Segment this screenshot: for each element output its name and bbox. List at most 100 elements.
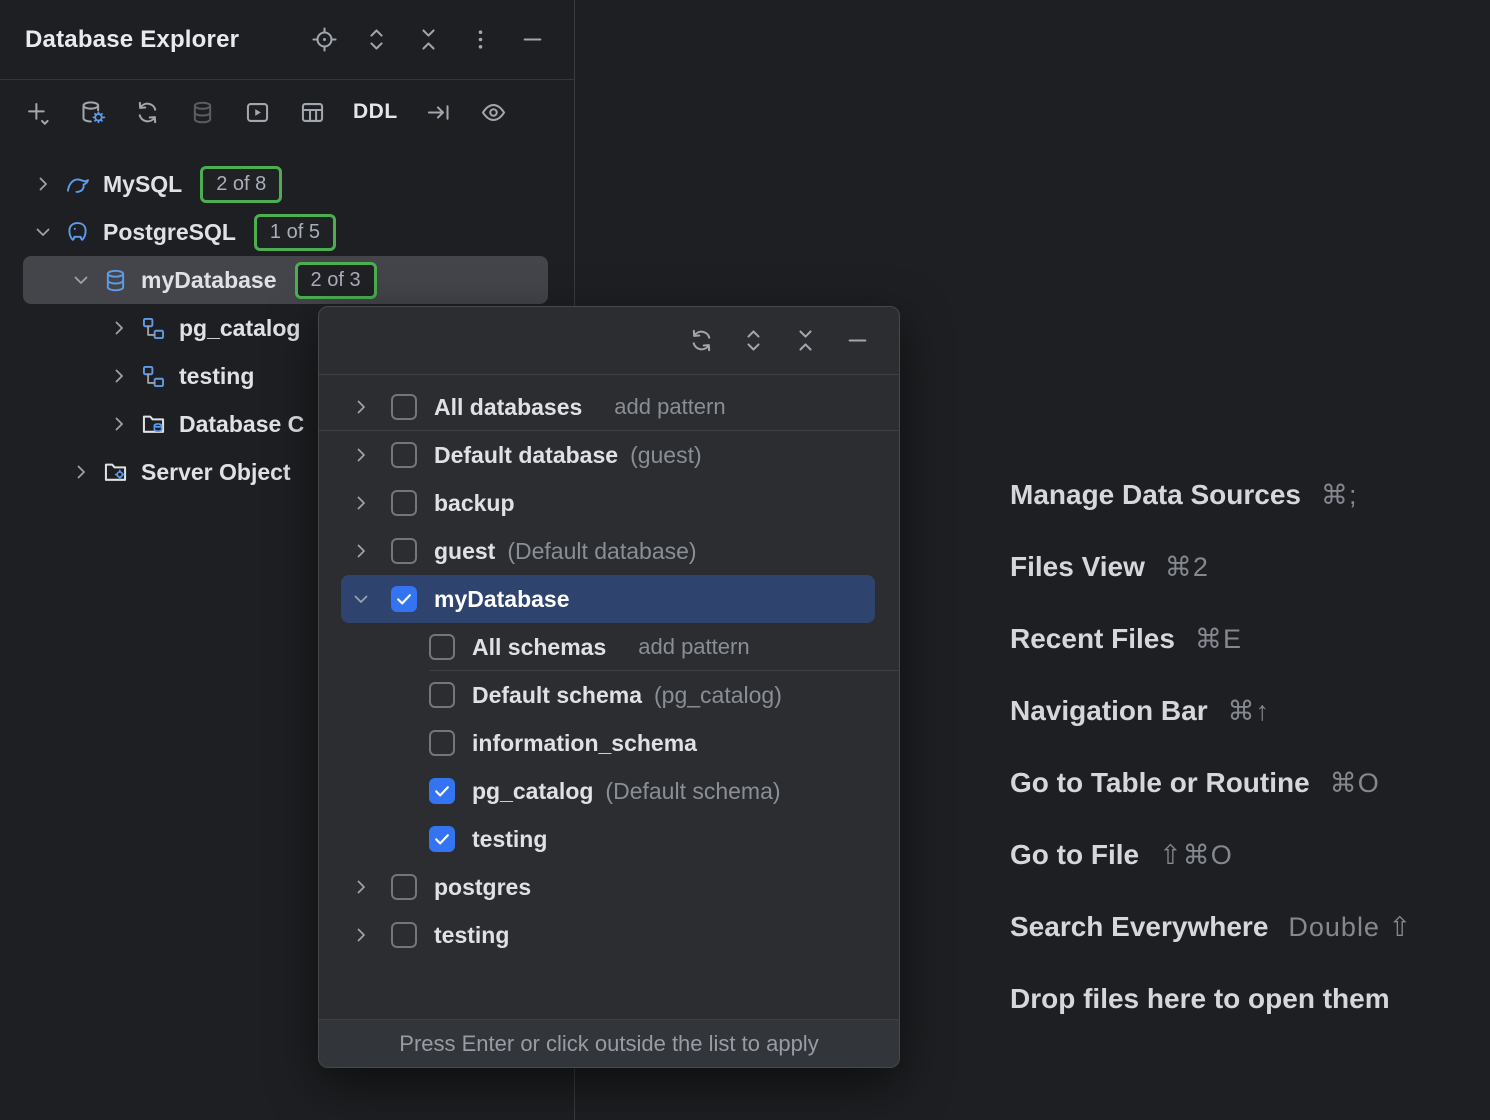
shortcut-recent-files: Recent Files ⌘E bbox=[1010, 603, 1412, 675]
panel-header: Database Explorer bbox=[0, 0, 574, 80]
schema-item-label: testing bbox=[472, 826, 547, 853]
add-pattern-link[interactable]: add pattern bbox=[638, 634, 749, 660]
schema-item-guest[interactable]: guest(Default database) bbox=[341, 527, 875, 575]
query-console-icon[interactable] bbox=[243, 98, 271, 126]
minimize-icon[interactable] bbox=[843, 327, 871, 355]
view-options-icon[interactable] bbox=[480, 98, 508, 126]
chevron-right-icon[interactable] bbox=[347, 393, 375, 421]
schema-checkbox[interactable] bbox=[429, 778, 455, 804]
jump-to-console-icon[interactable] bbox=[425, 98, 453, 126]
panel-title: Database Explorer bbox=[25, 26, 239, 54]
shortcut-keys: ⌘O bbox=[1330, 768, 1380, 799]
schema-checkbox[interactable] bbox=[429, 730, 455, 756]
chevron-right-icon[interactable] bbox=[29, 170, 57, 198]
expand-all-icon[interactable] bbox=[739, 327, 767, 355]
chevron-right-icon[interactable] bbox=[67, 458, 95, 486]
chevron-right-icon[interactable] bbox=[347, 441, 375, 469]
tree-item-label: myDatabase bbox=[141, 267, 277, 294]
chevron-right-icon[interactable] bbox=[347, 489, 375, 517]
chevron-right-icon[interactable] bbox=[105, 410, 133, 438]
schema-checkbox[interactable] bbox=[391, 922, 417, 948]
database-folder-icon bbox=[139, 410, 167, 438]
schema-item-all-schemas[interactable]: All schemasadd pattern bbox=[341, 623, 875, 671]
chevron-spacer bbox=[385, 825, 413, 853]
chevron-right-icon[interactable] bbox=[105, 362, 133, 390]
schema-checkbox[interactable] bbox=[391, 490, 417, 516]
schema-selection-popup: All databases add pattern Default database… bbox=[318, 306, 900, 1068]
tree-item-label: pg_catalog bbox=[179, 315, 300, 342]
mysql-icon bbox=[63, 170, 91, 198]
shortcut-navigation-bar: Navigation Bar⌘↑ bbox=[1010, 675, 1412, 747]
panel-toolbar: DDL bbox=[0, 80, 574, 144]
chevron-right-icon[interactable] bbox=[105, 314, 133, 342]
shortcut-label: Recent Files bbox=[1010, 623, 1175, 655]
schema-checkbox[interactable] bbox=[429, 682, 455, 708]
app-window: { "panel": { "title": "Database Explorer… bbox=[0, 0, 1490, 1120]
more-icon[interactable] bbox=[466, 26, 494, 54]
schema-checkbox[interactable] bbox=[429, 634, 455, 660]
shortcut-label: Files View bbox=[1010, 551, 1145, 583]
schema-checkbox[interactable] bbox=[391, 394, 417, 420]
shortcut-keys: Double ⇧ bbox=[1288, 912, 1412, 943]
schema-item-pg-catalog[interactable]: pg_catalog(Default schema) bbox=[341, 767, 875, 815]
chevron-down-icon[interactable] bbox=[67, 266, 95, 294]
database-icon bbox=[101, 266, 129, 294]
schema-item-label: All databases bbox=[434, 394, 582, 421]
schema-item-label: backup bbox=[434, 490, 515, 517]
schema-item-information-schema[interactable]: information_schema bbox=[341, 719, 875, 767]
tree-item-mysql[interactable]: MySQL2 of 8 bbox=[23, 160, 548, 208]
schema-checkbox[interactable] bbox=[391, 538, 417, 564]
schema-checkbox[interactable] bbox=[391, 586, 417, 612]
add-icon[interactable] bbox=[23, 98, 51, 126]
schema-item-backup[interactable]: backup bbox=[341, 479, 875, 527]
chevron-down-icon[interactable] bbox=[29, 218, 57, 246]
data-source-settings-icon[interactable] bbox=[78, 98, 106, 126]
schema-item-label: myDatabase bbox=[434, 586, 570, 613]
chevron-right-icon[interactable] bbox=[347, 921, 375, 949]
expand-all-icon[interactable] bbox=[362, 26, 390, 54]
schema-item-mydatabase[interactable]: myDatabase bbox=[341, 575, 875, 623]
schema-item-testing[interactable]: testing bbox=[341, 911, 875, 959]
scope-count-badge: 1 of 5 bbox=[254, 214, 336, 251]
table-icon[interactable] bbox=[298, 98, 326, 126]
tree-item-label: MySQL bbox=[103, 171, 182, 198]
collapse-all-icon[interactable] bbox=[791, 327, 819, 355]
shortcut-label: Manage Data Sources bbox=[1010, 479, 1301, 511]
chevron-spacer bbox=[385, 681, 413, 709]
schema-checkbox[interactable] bbox=[429, 826, 455, 852]
schema-item-default-schema[interactable]: Default schema(pg_catalog) bbox=[341, 671, 875, 719]
schema-item-default-database[interactable]: Default database(guest) bbox=[341, 431, 875, 479]
schema-item-label: Default schema bbox=[472, 682, 642, 709]
sync-icon[interactable] bbox=[133, 98, 161, 126]
chevron-spacer bbox=[385, 729, 413, 757]
postgresql-icon bbox=[63, 218, 91, 246]
collapse-all-icon[interactable] bbox=[414, 26, 442, 54]
shortcut-label: Go to Table or Routine bbox=[1010, 767, 1310, 799]
ddl-button[interactable]: DDL bbox=[353, 100, 398, 124]
chevron-right-icon[interactable] bbox=[347, 873, 375, 901]
chevron-down-icon[interactable] bbox=[347, 585, 375, 613]
locate-icon[interactable] bbox=[310, 26, 338, 54]
schema-item-postgres[interactable]: postgres bbox=[341, 863, 875, 911]
server-objects-folder-icon bbox=[101, 458, 129, 486]
schema-item-label: information_schema bbox=[472, 730, 697, 757]
tree-item-postgresql[interactable]: PostgreSQL 1 of 5 bbox=[23, 208, 548, 256]
sync-icon[interactable] bbox=[687, 327, 715, 355]
chevron-right-icon[interactable] bbox=[347, 537, 375, 565]
disconnect-icon[interactable] bbox=[188, 98, 216, 126]
tree-item-mydatabase[interactable]: myDatabase2 of 3 bbox=[23, 256, 548, 304]
schema-item-all-databases[interactable]: All databases add pattern bbox=[341, 383, 875, 431]
shortcut-go-to-file: Go to File⇧⌘O bbox=[1010, 819, 1412, 891]
tree-item-label: testing bbox=[179, 363, 254, 390]
chevron-spacer bbox=[385, 633, 413, 661]
shortcut-go-to-table-or-routine: Go to Table or Routine ⌘O bbox=[1010, 747, 1412, 819]
popup-footer: Press Enter or click outside the list to… bbox=[319, 1019, 899, 1067]
hide-icon[interactable] bbox=[518, 26, 546, 54]
schema-item-testing[interactable]: testing bbox=[341, 815, 875, 863]
shortcut-keys: ⌘E bbox=[1195, 624, 1242, 655]
schema-checkbox[interactable] bbox=[391, 874, 417, 900]
add-pattern-link[interactable]: add pattern bbox=[614, 394, 725, 420]
tree-item-label: PostgreSQL bbox=[103, 219, 236, 246]
schema-checkbox[interactable] bbox=[391, 442, 417, 468]
schema-icon bbox=[139, 314, 167, 342]
